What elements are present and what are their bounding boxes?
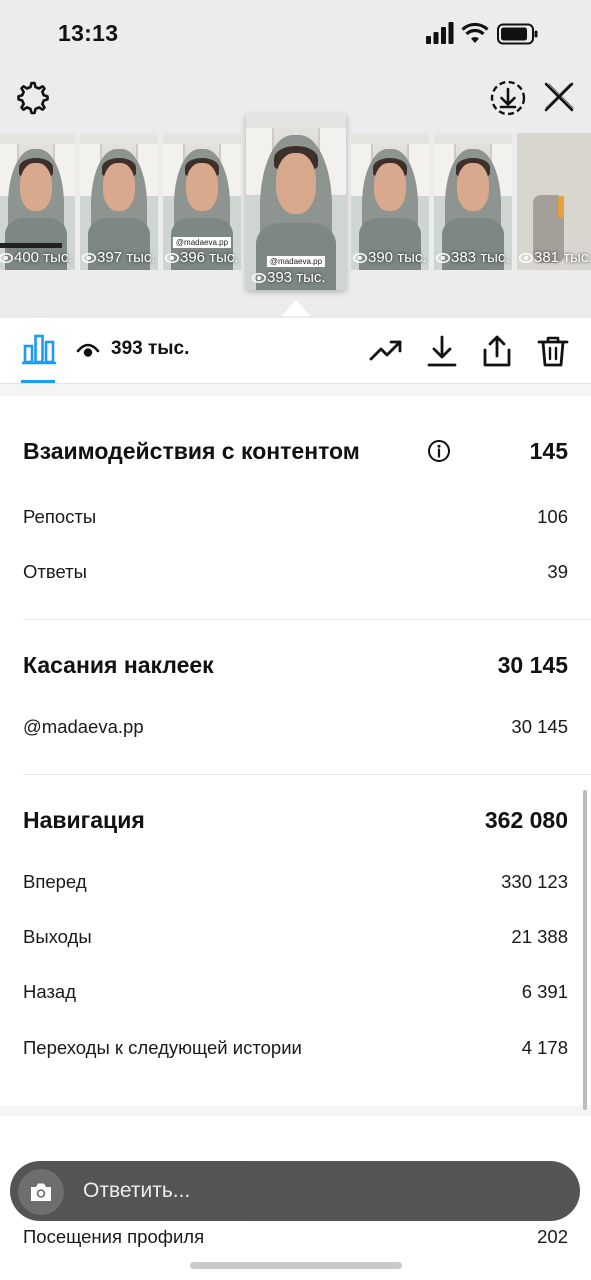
section-separator xyxy=(0,384,591,396)
eye-icon xyxy=(436,253,450,263)
story-header: 13:13 400 тыс. 397 тыс. @madaeva.pp 396 … xyxy=(0,0,591,318)
thumbnail-views: 383 тыс. xyxy=(436,249,510,266)
divider xyxy=(23,774,591,775)
navigation-total: 362 080 xyxy=(484,807,568,833)
row-label-forward: Вперед xyxy=(23,871,87,892)
row-value-exits: 21 388 xyxy=(511,926,568,947)
reply-input[interactable]: Ответить... xyxy=(83,1179,190,1203)
row-value-next-story: 4 178 xyxy=(521,1037,568,1058)
cellular-signal-icon xyxy=(426,22,454,44)
thumbnail-sticker: @madaeva.pp xyxy=(266,256,326,267)
settings-gear-icon[interactable] xyxy=(15,80,51,116)
interactions-total: 145 xyxy=(529,438,568,464)
eye-icon xyxy=(0,253,13,263)
close-icon[interactable] xyxy=(540,78,578,116)
camera-icon xyxy=(31,1183,51,1201)
thumbnail-views: 381 тыс. xyxy=(519,249,591,266)
status-time: 13:13 xyxy=(58,20,119,46)
row-label-exits: Выходы xyxy=(23,926,92,947)
selected-pointer xyxy=(282,300,310,316)
sticker-taps-total: 30 145 xyxy=(497,652,568,678)
thumbnail-views: 400 тыс. xyxy=(0,249,73,266)
trash-icon[interactable] xyxy=(536,334,570,368)
thumbnail-sticker: @madaeva.pp xyxy=(172,237,232,248)
eye-icon xyxy=(353,253,367,263)
scrollbar[interactable] xyxy=(583,790,587,1110)
download-icon[interactable] xyxy=(425,334,459,368)
row-label-sticker: @madaeva.pp xyxy=(23,716,144,737)
row-value-profile-visits: 202 xyxy=(537,1226,568,1247)
thumbnail-views: 397 тыс. xyxy=(82,249,156,266)
row-value-back: 6 391 xyxy=(521,981,568,1002)
info-icon[interactable] xyxy=(427,439,451,463)
story-thumbnail[interactable]: 390 тыс. xyxy=(351,133,429,270)
navigation-title: Навигация xyxy=(23,807,145,833)
share-icon[interactable] xyxy=(480,334,514,368)
story-thumbnails: 400 тыс. 397 тыс. @madaeva.pp 396 тыс. @… xyxy=(0,114,591,320)
divider xyxy=(23,619,591,620)
sticker-taps-title: Касания наклеек xyxy=(23,652,214,678)
eye-icon[interactable] xyxy=(76,340,100,360)
wifi-icon xyxy=(461,22,489,43)
reply-bar[interactable]: Ответить... xyxy=(10,1161,580,1221)
bar-chart-icon[interactable] xyxy=(21,332,57,366)
thumbnail-views: 393 тыс. xyxy=(252,269,326,286)
story-thumbnail[interactable]: 383 тыс. xyxy=(434,133,512,270)
status-bar: 13:13 xyxy=(0,0,591,70)
battery-icon xyxy=(497,23,538,45)
story-thumbnail[interactable]: 381 тыс. xyxy=(517,133,591,270)
eye-icon xyxy=(165,253,179,263)
row-label-replies: Ответы xyxy=(23,561,87,582)
eye-icon xyxy=(82,253,96,263)
row-label-reposts: Репосты xyxy=(23,506,97,527)
active-tab-underline xyxy=(21,380,55,383)
caption-bar xyxy=(0,243,62,248)
row-label-back: Назад xyxy=(23,981,77,1002)
row-value-forward: 330 123 xyxy=(501,871,568,892)
insights-toolbar: 393 тыс. xyxy=(0,318,591,384)
thumbnail-views: 390 тыс. xyxy=(353,249,427,266)
camera-button[interactable] xyxy=(18,1169,64,1215)
eye-icon xyxy=(519,253,533,263)
story-thumbnail[interactable]: 397 тыс. xyxy=(80,133,158,270)
thumbnail-views: 396 тыс. xyxy=(165,249,239,266)
trending-up-icon[interactable] xyxy=(369,334,403,368)
row-label-next-story: Переходы к следующей истории xyxy=(23,1037,302,1058)
story-thumbnail[interactable]: 400 тыс. xyxy=(0,133,75,270)
row-value-sticker: 30 145 xyxy=(511,716,568,737)
row-value-reposts: 106 xyxy=(537,506,568,527)
home-indicator xyxy=(190,1262,402,1269)
section-separator xyxy=(0,1106,591,1116)
views-count[interactable]: 393 тыс. xyxy=(111,338,189,360)
story-thumbnail[interactable]: @madaeva.pp 396 тыс. xyxy=(163,133,241,270)
row-label-profile-visits: Посещения профиля xyxy=(23,1226,205,1247)
eye-icon xyxy=(252,273,266,283)
download-circle-icon[interactable] xyxy=(488,78,528,118)
interactions-title: Взаимодействия с контентом xyxy=(23,438,360,464)
row-value-replies: 39 xyxy=(547,561,568,582)
story-thumbnail-selected[interactable]: @madaeva.pp 393 тыс. xyxy=(246,114,346,290)
